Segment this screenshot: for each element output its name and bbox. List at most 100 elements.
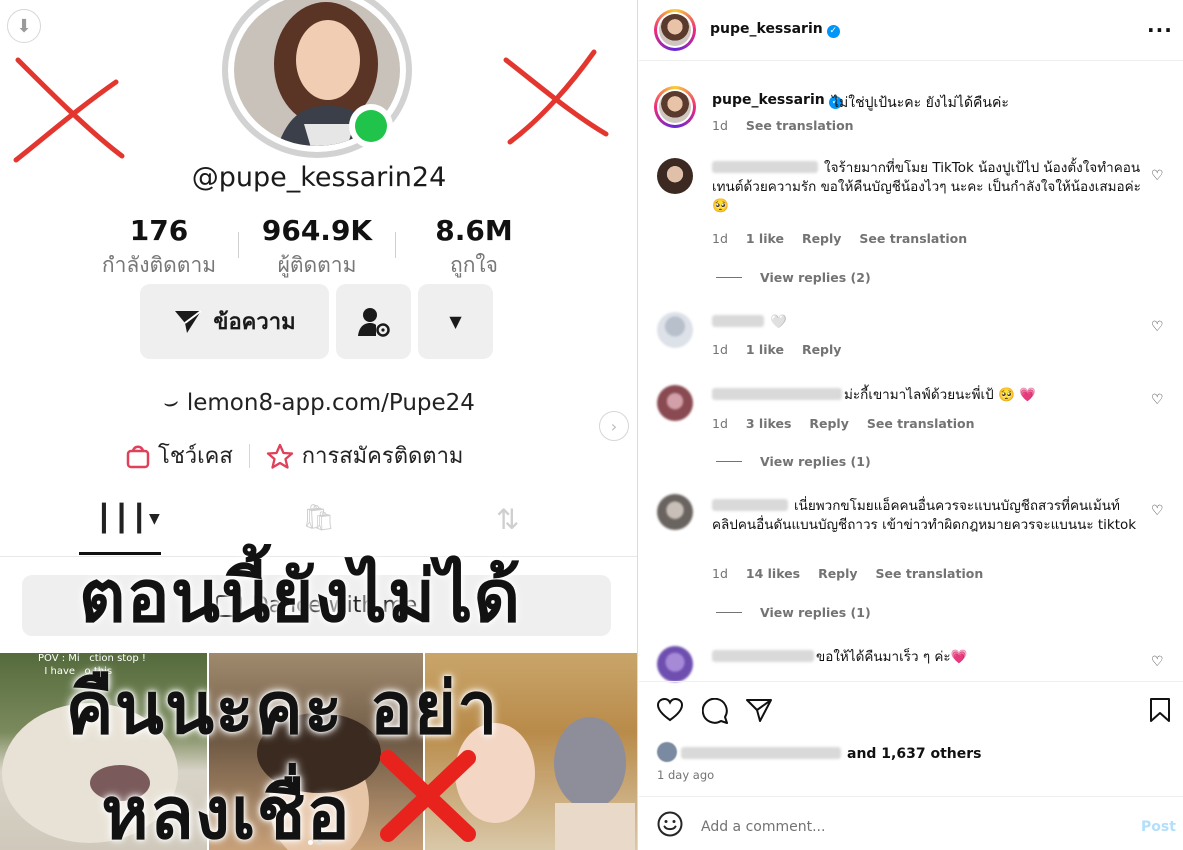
comment-bubble-icon[interactable] xyxy=(701,697,728,730)
like-comment-heart-icon[interactable]: ♡ xyxy=(1151,503,1164,519)
stat-likes[interactable]: 8.6M ถูกใจ xyxy=(394,214,554,282)
bio-link[interactable]: ⌣ lemon8-app.com/Pupe24 xyxy=(0,386,637,418)
commenter-name[interactable] xyxy=(712,650,814,662)
shopping-bag-icon xyxy=(126,445,150,468)
user-settings-icon xyxy=(357,307,390,337)
caption-time: 1d xyxy=(712,118,728,133)
stat-label: กำลังติดตาม xyxy=(101,253,217,277)
stat-value: 8.6M xyxy=(435,214,513,247)
showcase-row: โชว์เคส การสมัครติดตาม xyxy=(126,438,463,473)
view-replies-link[interactable]: View replies (1) xyxy=(716,454,871,469)
caption-text: ไม่ใช่ปูเป้นะคะ ยังไม่ได้คืนค่ะ xyxy=(832,95,1009,111)
see-translation-link[interactable]: See translation xyxy=(746,118,854,133)
reply-link[interactable]: Reply xyxy=(802,342,841,357)
likes-text: and 1,637 others xyxy=(847,746,982,762)
like-comment-heart-icon[interactable]: ♡ xyxy=(1151,654,1164,670)
username-text: pupe_kessarin xyxy=(710,21,823,37)
big-red-x-icon xyxy=(380,750,476,842)
showcase-label[interactable]: โชว์เคส xyxy=(158,438,233,473)
commenter-name[interactable] xyxy=(712,315,764,327)
red-x-mark-right xyxy=(503,49,609,145)
commenter-avatar[interactable] xyxy=(657,385,693,421)
more-options-icon[interactable]: ··· xyxy=(1147,18,1173,42)
see-translation-link[interactable]: See translation xyxy=(859,231,967,246)
like-comment-heart-icon[interactable]: ♡ xyxy=(1151,319,1164,335)
see-translation-link[interactable]: See translation xyxy=(876,566,984,581)
caption-meta: 1d See translation xyxy=(712,118,868,133)
view-replies-text: View replies (2) xyxy=(760,270,871,285)
avatar[interactable] xyxy=(654,9,696,51)
carousel-dots xyxy=(306,830,324,849)
comment-item: ขอให้ได้คืนมาเร็ว ๆ ค่ะ💗 xyxy=(712,648,1142,667)
post-actions: and 1,637 others 1 day ago xyxy=(639,681,1183,796)
caption-username[interactable]: pupe_kessarin ✓ xyxy=(712,92,842,109)
reply-link[interactable]: Reply xyxy=(818,566,857,581)
username-text: pupe_kessarin xyxy=(712,92,825,108)
comment-likes[interactable]: 3 likes xyxy=(746,416,792,431)
bio-link-text: lemon8-app.com/Pupe24 xyxy=(186,390,475,416)
stat-label: ถูกใจ xyxy=(450,253,498,277)
emoji-picker-icon[interactable] xyxy=(657,811,683,843)
stat-following[interactable]: 176 กำลังติดตาม xyxy=(79,214,239,282)
shop-tab-icon[interactable]: 🛍 xyxy=(302,503,335,533)
comment-item: 🤍 xyxy=(712,313,1142,332)
verified-badge-icon: ✓ xyxy=(826,25,840,38)
see-translation-link[interactable]: See translation xyxy=(867,416,975,431)
view-replies-text: View replies (1) xyxy=(760,605,871,620)
like-comment-heart-icon[interactable]: ♡ xyxy=(1151,168,1164,184)
header-username[interactable]: pupe_kessarin ✓ xyxy=(710,21,840,38)
view-replies-text: View replies (1) xyxy=(760,454,871,469)
subscribe-label[interactable]: การสมัครติดตาม xyxy=(302,438,464,473)
comment-meta: 1d 1 like Reply xyxy=(712,342,855,357)
follow-settings-button[interactable] xyxy=(336,284,411,359)
avatar[interactable] xyxy=(654,86,696,128)
overlay-text-line-1: ตอนนี้ยังไม่ได้ xyxy=(78,554,522,638)
view-replies-link[interactable]: View replies (2) xyxy=(716,270,871,285)
share-send-icon[interactable] xyxy=(746,698,772,728)
tiktok-screenshot: ⬇ @pupe_kessarin24 176 กำลังติดตาม 964.9… xyxy=(0,0,638,850)
post-comment-button[interactable]: Post xyxy=(1141,819,1176,835)
overlay-text-line-2: คืนนะคะ อย่า xyxy=(65,666,499,750)
comment-text: 🤍 xyxy=(770,314,787,330)
comment-time: 1d xyxy=(712,416,728,431)
stat-value: 176 xyxy=(129,214,189,247)
commenter-avatar[interactable] xyxy=(657,312,693,348)
message-button-label: ข้อความ xyxy=(213,310,296,335)
comment-time: 1d xyxy=(712,342,728,357)
lemon8-icon: ⌣ xyxy=(160,386,182,418)
message-button[interactable]: ข้อความ xyxy=(140,284,329,359)
add-comment-bar: Add a comment... Post xyxy=(639,796,1183,850)
reply-link[interactable]: Reply xyxy=(809,416,848,431)
stat-followers[interactable]: 964.9K ผู้ติดตาม xyxy=(237,214,397,282)
commenter-name[interactable] xyxy=(712,388,842,400)
commenter-name[interactable] xyxy=(712,161,818,173)
comment-item: ม่ะกี้เขามาไลฟ์ด้วยนะพี่เป้ 🥺 💗 xyxy=(712,386,1142,405)
chevron-right-icon[interactable]: › xyxy=(599,411,629,441)
download-icon[interactable]: ⬇ xyxy=(7,9,41,43)
commenter-name[interactable] xyxy=(712,499,788,511)
reply-link[interactable]: Reply xyxy=(802,231,841,246)
likes-summary[interactable]: and 1,637 others xyxy=(657,742,981,762)
more-options-button[interactable]: ▼ xyxy=(418,284,493,359)
commenter-avatar[interactable] xyxy=(657,494,693,530)
comment-text: ม่ะกี้เขามาไลฟ์ด้วยนะพี่เป้ 🥺 💗 xyxy=(844,387,1036,403)
red-x-mark-left xyxy=(13,57,125,163)
comment-meta: 1d 1 like Reply See translation xyxy=(712,231,981,246)
like-comment-heart-icon[interactable]: ♡ xyxy=(1151,392,1164,408)
view-replies-link[interactable]: View replies (1) xyxy=(716,605,871,620)
post-header: pupe_kessarin ✓ ··· xyxy=(639,0,1183,61)
liker-name xyxy=(681,747,841,759)
comment-time: 1d xyxy=(712,566,728,581)
comment-likes[interactable]: 1 like xyxy=(746,342,784,357)
comment-item: เนี่ยพวกขโมยแอ็คคนอื่นควรจะแบนบัญชีถสวรท… xyxy=(712,497,1142,535)
repost-tab-icon[interactable]: ⇅ xyxy=(496,503,519,536)
comment-likes[interactable]: 14 likes xyxy=(746,566,800,581)
comment-likes[interactable]: 1 like xyxy=(746,231,784,246)
commenter-avatar[interactable] xyxy=(657,158,693,194)
commenter-avatar[interactable] xyxy=(657,646,693,682)
save-bookmark-icon[interactable] xyxy=(1149,698,1171,728)
comment-meta: 1d 3 likes Reply See translation xyxy=(712,416,989,431)
videos-grid-tab-icon[interactable]: ┃┃┃▼ xyxy=(96,504,162,534)
like-heart-icon[interactable] xyxy=(656,697,684,728)
add-comment-input[interactable]: Add a comment... xyxy=(701,819,825,835)
